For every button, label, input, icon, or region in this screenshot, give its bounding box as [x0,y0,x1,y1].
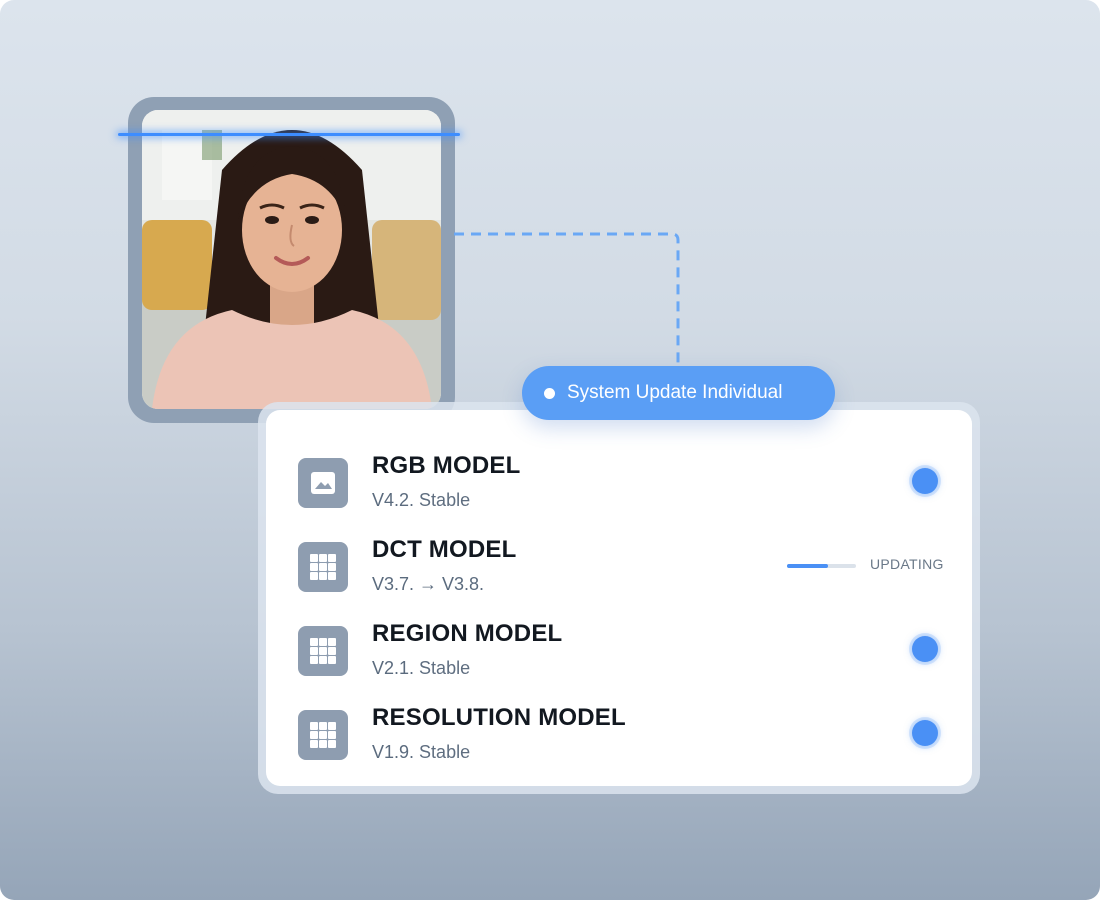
status-dot [912,636,938,662]
pill-dot-icon [544,387,555,399]
model-card: RGB MODEL V4.2. Stable DCT MODEL V3.7. →… [266,410,972,786]
model-name: RGB MODEL [372,452,521,479]
pill-label: System Update Individual [567,382,783,403]
model-version: V2.1. [372,658,415,678]
model-version-line: V3.7. → V3.8. [372,574,484,595]
model-row-resolution[interactable]: RESOLUTION MODEL V1.9. Stable [266,700,972,784]
model-status: Stable [419,742,471,762]
model-status: Stable [419,490,471,510]
portrait-frame [128,97,455,423]
grid-icon [298,626,348,676]
model-version: V4.2. [372,490,415,510]
model-version: V3.7. → V3.8. [372,574,485,594]
status-dot [912,720,938,746]
portrait-photo [142,110,441,409]
grid-icon [298,542,348,592]
model-row-dct[interactable]: DCT MODEL V3.7. → V3.8. UPDATING [266,532,972,616]
image-icon [298,458,348,508]
model-version-line: V2.1. Stable [372,658,470,679]
model-row-rgb[interactable]: RGB MODEL V4.2. Stable [266,448,972,532]
grid-icon [298,710,348,760]
model-name: RESOLUTION MODEL [372,704,626,731]
update-progress-bar [787,564,856,568]
model-status: Stable [419,658,471,678]
model-name: DCT MODEL [372,536,517,563]
model-row-region[interactable]: REGION MODEL V2.1. Stable [266,616,972,700]
background-stage: RGB MODEL V4.2. Stable DCT MODEL V3.7. →… [0,0,1100,900]
model-version: V1.9. [372,742,415,762]
scan-line [118,133,460,136]
model-name: REGION MODEL [372,620,563,647]
system-update-pill[interactable]: System Update Individual [522,366,835,420]
status-dot [912,468,938,494]
model-version-line: V4.2. Stable [372,490,470,511]
updating-label: UPDATING [870,556,944,572]
dashed-connector [454,232,680,370]
model-version-line: V1.9. Stable [372,742,470,763]
update-progress-fill [787,564,829,568]
